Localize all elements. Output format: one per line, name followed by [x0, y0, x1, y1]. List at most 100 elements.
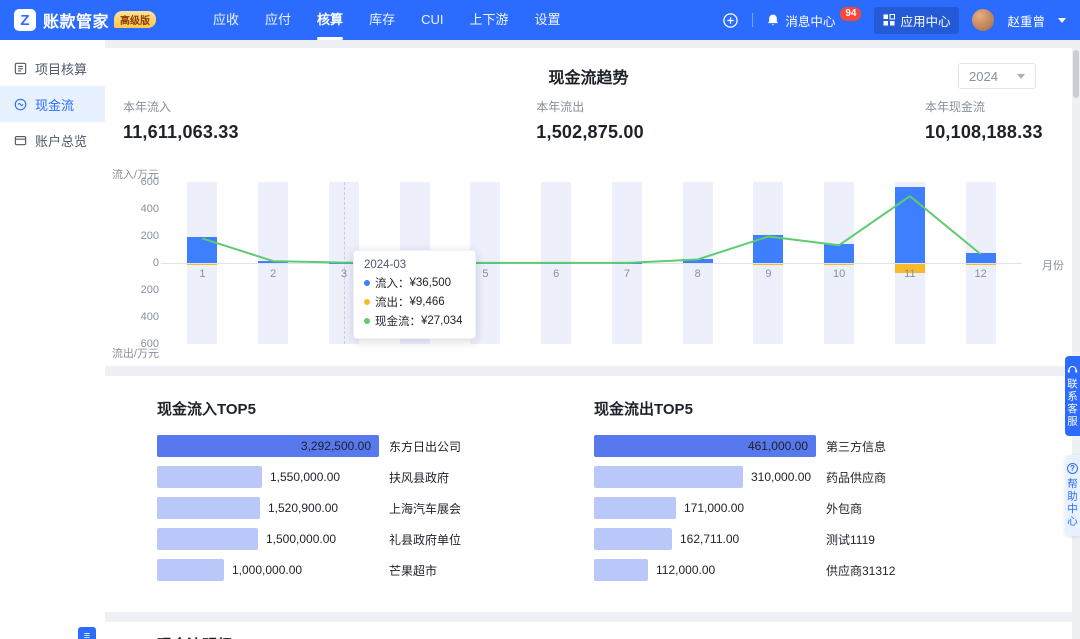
nav-item-settings[interactable]: 设置	[521, 0, 573, 40]
top5-bar-track: 3,292,500.00	[157, 435, 379, 457]
y-axis-bottom-label: 流出/万元	[112, 345, 159, 361]
nav-item-receivables[interactable]: 应收	[200, 0, 252, 40]
sidebar-collapse-button[interactable]: ≡	[78, 627, 96, 639]
stat-annual-outflow: 本年流出 1,502,875.00	[536, 98, 644, 143]
top5-bar-track: 1,550,000.00	[157, 466, 379, 488]
cashflow-trend-card: 现金流趋势 2024 本年流入 11,611,063.33 本年流出 1,502…	[105, 48, 1072, 366]
stat-label: 本年流出	[536, 98, 644, 115]
top5-row: 3,292,500.00 东方日出公司	[157, 435, 594, 457]
top5-name: 礼县政府单位	[389, 531, 461, 548]
top5-name: 扶风县政府	[389, 469, 449, 486]
project-icon	[13, 61, 28, 76]
year-select[interactable]: 2024	[958, 63, 1036, 89]
top5-name: 第三方信息	[826, 438, 886, 455]
tooltip-row-outflow: 流出： ¥9,466	[364, 294, 463, 310]
y-axis: 流入/万元 6004002000200400600 流出/万元	[105, 182, 159, 344]
app-center-label: 应用中心	[900, 11, 950, 30]
account-card-icon	[13, 133, 28, 148]
grid-icon	[883, 14, 895, 26]
tooltip-label: 流出：	[375, 294, 410, 310]
top5-row: 171,000.00外包商	[594, 497, 1031, 519]
top5-value: 112,000.00	[656, 559, 715, 581]
top5-name: 测试1119	[826, 531, 875, 548]
top5-bar	[157, 497, 260, 519]
nav-item-accounting[interactable]: 核算	[304, 0, 356, 40]
top5-row: 1,550,000.00 扶风县政府	[157, 466, 594, 488]
top5-row: 461,000.00第三方信息	[594, 435, 1031, 457]
nav-item-supply-chain[interactable]: 上下游	[456, 0, 521, 40]
top5-row: 1,520,900.00上海汽车展会	[157, 497, 594, 519]
x-axis-label: 月份	[1042, 257, 1064, 273]
y-tick-label: 0	[153, 257, 159, 269]
top5-name: 东方日出公司	[389, 438, 461, 455]
scrollbar-thumb[interactable]	[1073, 50, 1079, 98]
cashflow-dot-icon	[364, 318, 370, 324]
top5-value: 1,520,900.00	[268, 497, 338, 519]
top5-value: 1,500,000.00	[266, 528, 336, 550]
tooltip-label: 流入：	[375, 275, 410, 291]
y-tick-label: 600	[141, 176, 159, 188]
top5-row: 162,711.00测试1119	[594, 528, 1031, 550]
app-center-button[interactable]: 应用中心	[874, 7, 959, 34]
stat-annual-inflow: 本年流入 11,611,063.33	[123, 98, 239, 143]
contact-support-tab[interactable]: 联系客服	[1065, 356, 1080, 436]
user-name[interactable]: 赵重曾	[1007, 11, 1045, 30]
nav-item-inventory[interactable]: 库存	[356, 0, 408, 40]
top5-bar-track: 171,000.00	[594, 497, 816, 519]
cashflow-detail-card: 现金流明细(2024)	[105, 622, 1072, 639]
top5-value: 1,550,000.00	[270, 466, 340, 488]
add-icon[interactable]	[722, 12, 739, 29]
sidebar-item-project-accounting[interactable]: 项目核算	[0, 50, 105, 86]
chevron-down-icon[interactable]	[1058, 18, 1066, 23]
page-title: 现金流趋势	[105, 48, 1072, 88]
top5-bar	[157, 528, 258, 550]
sidebar-item-label: 账户总览	[35, 131, 87, 150]
top-navbar: Z 账款管家 高级版 应收 应付 核算 库存 CUI 上下游 设置 消息中心 9…	[0, 0, 1080, 40]
stat-value: 11,611,063.33	[123, 122, 239, 143]
top5-name: 芒果超市	[389, 562, 437, 579]
sidebar: 项目核算 现金流 账户总览	[0, 40, 105, 639]
top5-bar-track: 310,000.00	[594, 466, 816, 488]
cashflow-line	[167, 182, 1016, 344]
top5-bar	[157, 559, 224, 581]
top5-row: 112,000.00 供应商31312	[594, 559, 1031, 581]
sidebar-item-cashflow[interactable]: 现金流	[0, 86, 105, 122]
help-center-label: 帮助中心	[1065, 478, 1080, 528]
outflow-dot-icon	[364, 299, 370, 305]
outflow-top5: 现金流出TOP5 461,000.00第三方信息310,000.00药品供应商1…	[594, 398, 1031, 612]
tooltip-label: 现金流：	[375, 313, 421, 329]
version-badge: 高级版	[114, 11, 156, 28]
message-center-button[interactable]: 消息中心 94	[766, 11, 861, 30]
question-icon: ?	[1067, 463, 1078, 474]
stat-label: 本年现金流	[925, 98, 1043, 115]
sidebar-item-accounts-overview[interactable]: 账户总览	[0, 122, 105, 158]
avatar[interactable]	[972, 9, 994, 31]
top5-value: 171,000.00	[684, 497, 744, 519]
top5-value: 1,000,000.00	[232, 559, 302, 581]
y-tick-label: 400	[141, 203, 159, 215]
help-center-tab[interactable]: ? 帮助中心	[1065, 455, 1080, 536]
message-count-badge: 94	[840, 7, 861, 21]
nav-item-payables[interactable]: 应付	[252, 0, 304, 40]
top5-row: 1,000,000.00 芒果超市	[157, 559, 594, 581]
app-logo[interactable]: Z 账款管家 高级版	[14, 8, 156, 32]
bell-icon	[766, 13, 780, 27]
top5-value: 310,000.00	[751, 466, 811, 488]
sidebar-item-label: 现金流	[35, 95, 74, 114]
trend-yticks: 6004002000200400600	[105, 182, 159, 344]
tooltip-row-inflow: 流入： ¥36,500	[364, 275, 463, 291]
inflow-top5: 现金流入TOP5 3,292,500.00东方日出公司1,550,000.00扶…	[157, 398, 594, 612]
top5-bar-track: 1,000,000.00	[157, 559, 379, 581]
y-tick-label: 400	[141, 311, 159, 323]
chevron-down-icon	[1017, 74, 1025, 79]
navbar-right: 消息中心 94 应用中心 赵重曾	[722, 7, 1066, 34]
main-content: 现金流趋势 2024 本年流入 11,611,063.33 本年流出 1,502…	[105, 0, 1080, 639]
nav-item-cui[interactable]: CUI	[408, 0, 456, 40]
contact-support-label: 联系客服	[1065, 378, 1080, 428]
top5-name: 供应商31312	[826, 562, 895, 579]
stats-row: 本年流入 11,611,063.33 本年流出 1,502,875.00 本年现…	[105, 98, 1072, 154]
top5-card: 现金流入TOP5 3,292,500.00东方日出公司1,550,000.00扶…	[105, 376, 1072, 612]
top5-bar	[594, 497, 676, 519]
y-tick-label: 200	[141, 284, 159, 296]
inflow-dot-icon	[364, 280, 370, 286]
